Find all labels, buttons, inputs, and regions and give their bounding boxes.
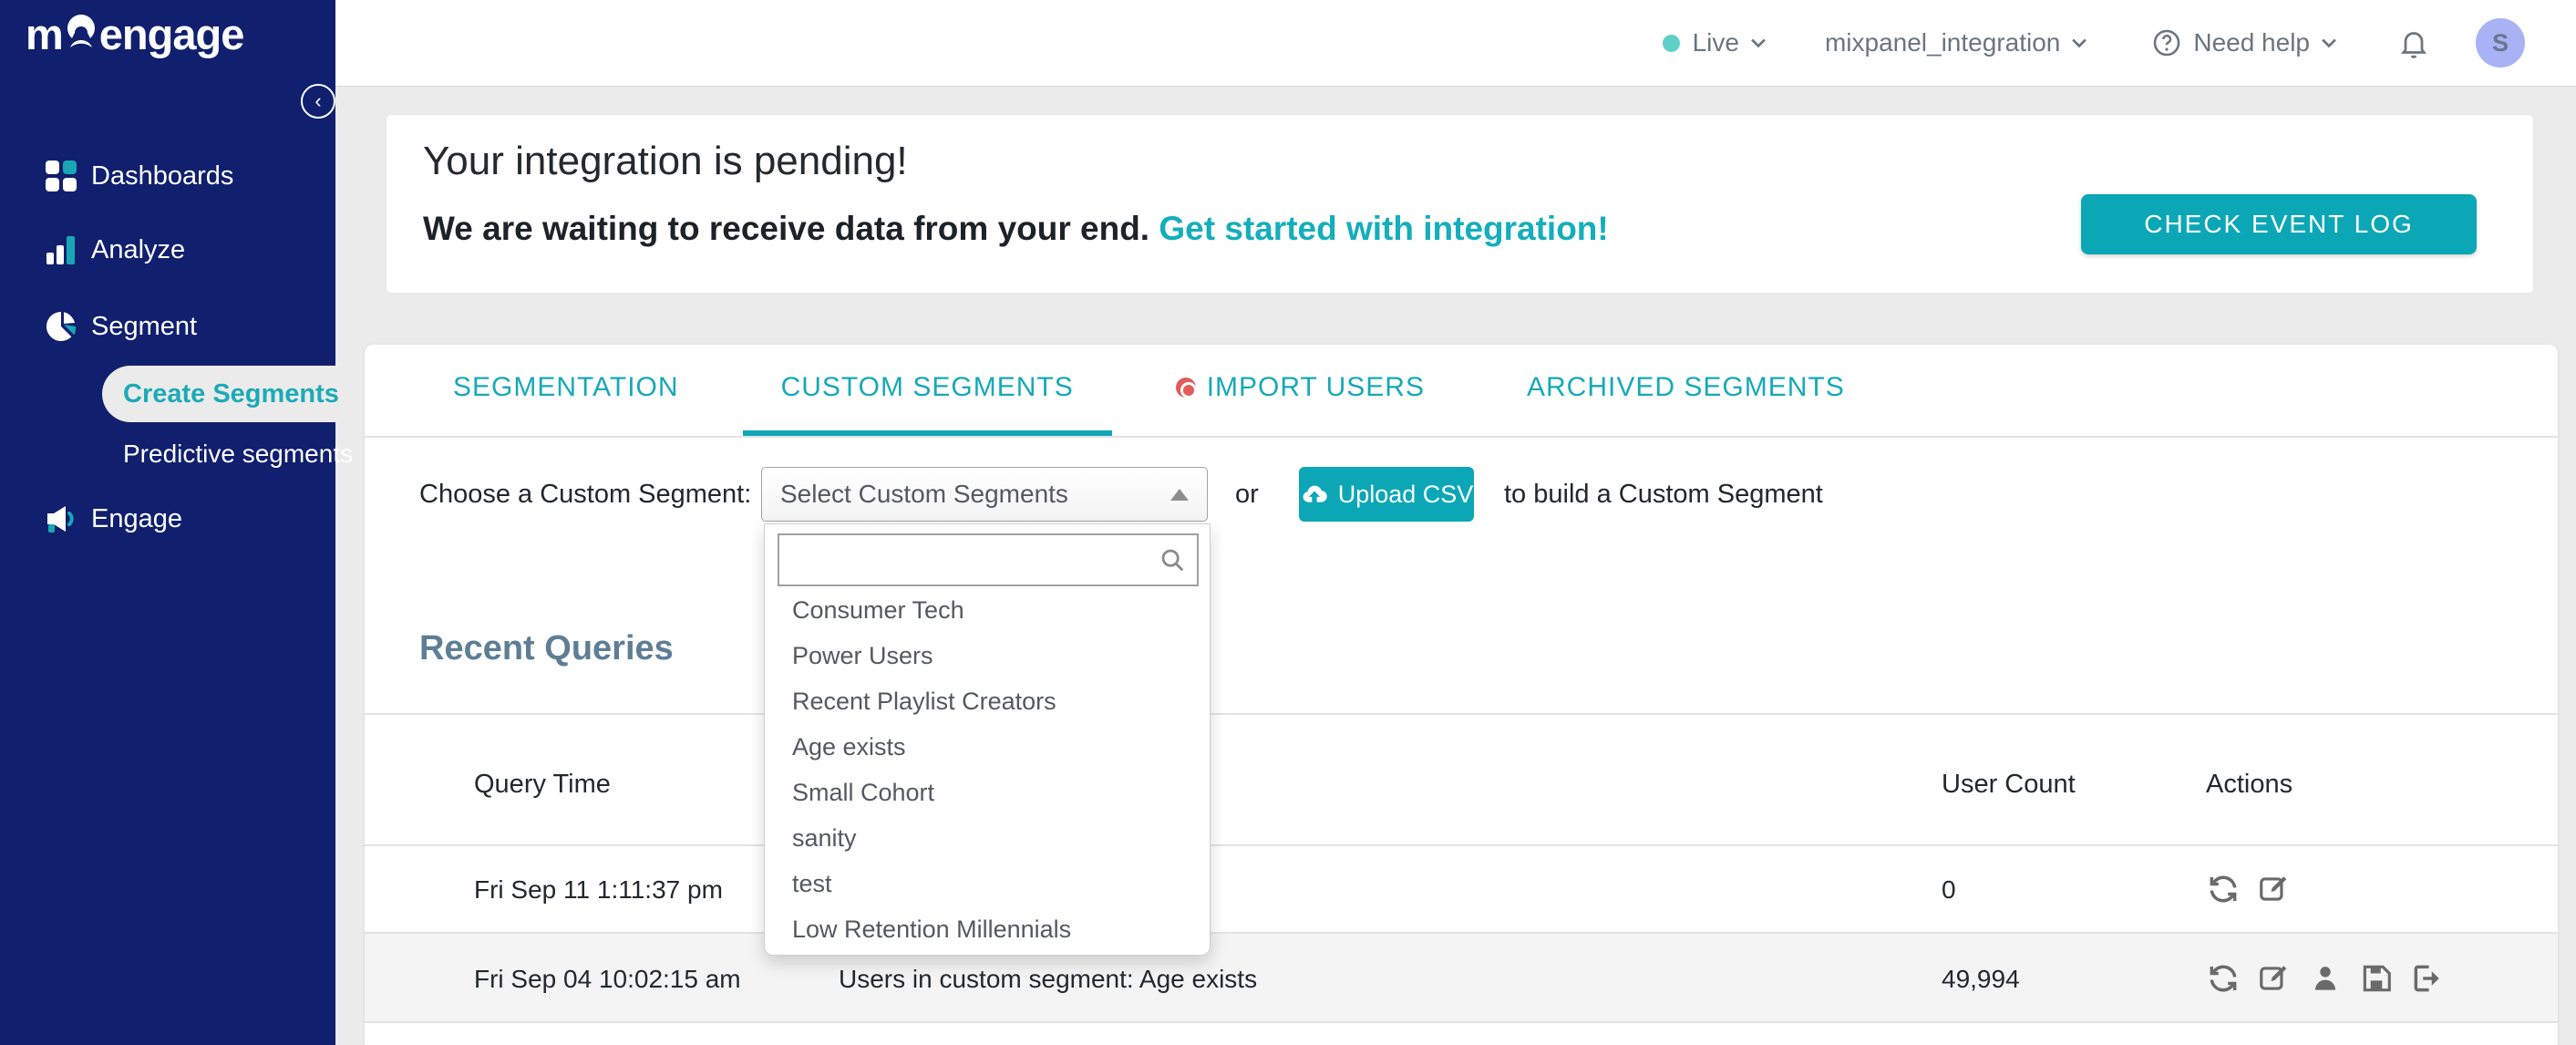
sidebar-item-analyze[interactable]: Analyze: [0, 223, 335, 276]
segment-option[interactable]: test: [765, 861, 1210, 906]
query-time-cell: Fri Sep 11 1:11:37 pm: [474, 875, 723, 904]
analyze-bars-icon: [44, 233, 78, 267]
segments-card: SEGMENTATION CUSTOM SEGMENTS IMPORT USER…: [365, 345, 2558, 1045]
divider: [365, 713, 2558, 715]
tab-import-users[interactable]: IMPORT USERS: [1138, 345, 1463, 436]
sidebar-item-label: Segment: [91, 311, 198, 341]
banner-message-text: We are waiting to receive data from your…: [423, 210, 1159, 247]
question-circle-icon: [2151, 27, 2182, 58]
banner-title: Your integration is pending!: [423, 139, 908, 183]
logo-o-icon: [64, 13, 98, 57]
banner-message: We are waiting to receive data from your…: [423, 210, 1609, 248]
upload-csv-label: Upload CSV: [1337, 480, 1474, 508]
table-row: Fri Sep 04 10:02:15 am Users in custom s…: [365, 932, 2558, 1023]
integration-pending-banner: Your integration is pending! We are wait…: [386, 114, 2534, 294]
tab-custom-segments[interactable]: CUSTOM SEGMENTS: [742, 345, 1112, 436]
environment-selector[interactable]: Live: [1662, 28, 1768, 57]
row-actions: [2206, 961, 2445, 996]
check-event-log-button[interactable]: CHECK EVENT LOG: [2081, 194, 2477, 254]
segment-pie-icon: [44, 309, 78, 344]
project-name: mixpanel_integration: [1824, 28, 2061, 57]
tab-archived-segments[interactable]: ARCHIVED SEGMENTS: [1489, 345, 1883, 436]
custom-segment-select[interactable]: Select Custom Segments: [761, 467, 1208, 522]
segment-option[interactable]: Age exists: [765, 724, 1210, 770]
need-help-label: Need help: [2193, 28, 2310, 57]
column-header-actions: Actions: [2206, 770, 2293, 799]
segment-option[interactable]: Recent Playlist Creators: [765, 678, 1210, 724]
segment-option[interactable]: Consumer Tech: [765, 587, 1210, 633]
get-started-link[interactable]: Get started with integration!: [1159, 210, 1608, 247]
tab-label: CUSTOM SEGMENTS: [780, 372, 1074, 402]
custom-segment-dropdown: Consumer Tech Power Users Recent Playlis…: [764, 523, 1211, 956]
sidebar-item-label: Create Segments: [123, 378, 339, 409]
engage-megaphone-icon: [44, 502, 78, 536]
column-header-query-time: Query Time: [474, 770, 611, 799]
bell-icon: [2397, 26, 2430, 59]
tab-label: SEGMENTATION: [453, 372, 679, 402]
view-users-icon[interactable]: [2308, 961, 2343, 996]
logo-text-start: m: [26, 10, 64, 58]
segment-tabs: SEGMENTATION CUSTOM SEGMENTS IMPORT USER…: [365, 345, 2558, 438]
edit-query-icon[interactable]: [2257, 961, 2292, 996]
table-row: Fri Sep 11 1:11:37 pm 0: [365, 846, 2558, 932]
user-count-cell: 49,994: [1942, 965, 2020, 993]
record-dot-icon: [1175, 378, 1197, 398]
logo-text-end: engage: [98, 10, 245, 58]
chevron-down-icon: [2319, 33, 2339, 53]
save-segment-icon[interactable]: [2359, 961, 2394, 996]
project-selector[interactable]: mixpanel_integration: [1825, 28, 2089, 57]
edit-query-icon[interactable]: [2257, 872, 2292, 906]
avatar-initial: S: [2491, 28, 2509, 57]
sidebar-item-create-segments[interactable]: Create Segments: [102, 366, 339, 422]
segment-option[interactable]: sanity: [765, 815, 1210, 861]
rerun-query-icon[interactable]: [2206, 872, 2241, 906]
environment-label: Live: [1692, 28, 1739, 57]
segment-search-input[interactable]: [778, 533, 1199, 586]
notifications-button[interactable]: [2397, 26, 2430, 59]
sidebar-item-segment[interactable]: Segment: [0, 300, 335, 353]
tab-label: IMPORT USERS: [1206, 372, 1425, 402]
avatar[interactable]: S: [2476, 18, 2525, 67]
query-info-cell: Users in custom segment: Age exists: [839, 965, 1258, 993]
moengage-app: { "colors": { "navy": "#101f6e", "teal":…: [0, 0, 2576, 1045]
sidebar-item-dashboards[interactable]: Dashboards: [0, 150, 335, 202]
moengage-logo[interactable]: m engage: [26, 9, 245, 59]
top-bar: Live mixpanel_integration Need help S: [335, 0, 2576, 87]
upload-csv-button[interactable]: Upload CSV: [1299, 467, 1474, 522]
sidebar-collapse-button[interactable]: ‹: [301, 84, 335, 119]
cloud-upload-icon: [1300, 480, 1329, 509]
segment-option[interactable]: Power Users: [765, 633, 1210, 678]
live-status-dot-icon: [1662, 34, 1680, 52]
select-value: Select Custom Segments: [780, 480, 1068, 508]
export-users-icon[interactable]: [2410, 961, 2445, 996]
sidebar-item-engage[interactable]: Engage: [0, 492, 335, 545]
chevron-left-icon: ‹: [314, 89, 322, 112]
choose-segment-label: Choose a Custom Segment:: [419, 480, 752, 509]
sidebar-item-label: Engage: [91, 503, 182, 533]
build-segment-text: to build a Custom Segment: [1504, 480, 1823, 509]
row-actions: [2206, 872, 2292, 906]
segment-option[interactable]: Small Cohort: [765, 770, 1210, 815]
chevron-down-icon: [2069, 33, 2089, 53]
search-icon: [1159, 546, 1186, 574]
chevron-down-icon: [1748, 33, 1768, 53]
rerun-query-icon[interactable]: [2206, 961, 2241, 996]
sidebar-item-predictive-segments[interactable]: Predictive segments: [0, 429, 353, 480]
or-text: or: [1235, 480, 1259, 509]
recent-queries-title: Recent Queries: [419, 629, 674, 667]
sidebar-item-label: Analyze: [91, 234, 186, 264]
sidebar: m engage ‹ Dashboards Analyze Segment Cr…: [0, 0, 353, 1045]
segment-option[interactable]: Low Retention Millennials: [765, 906, 1210, 952]
dashboards-grid-icon: [44, 159, 78, 193]
need-help-menu[interactable]: Need help: [2151, 27, 2339, 58]
triangle-up-icon: [1170, 488, 1189, 501]
query-time-cell: Fri Sep 04 10:02:15 am: [474, 965, 741, 993]
user-count-cell: 0: [1942, 875, 1956, 904]
column-header-user-count: User Count: [1942, 770, 2076, 799]
tab-segmentation[interactable]: SEGMENTATION: [415, 345, 717, 436]
segment-options-list: Consumer Tech Power Users Recent Playlis…: [765, 587, 1210, 952]
tab-label: ARCHIVED SEGMENTS: [1526, 372, 1845, 402]
sidebar-item-label: Predictive segments: [123, 440, 354, 468]
sidebar-item-label: Dashboards: [91, 160, 234, 191]
